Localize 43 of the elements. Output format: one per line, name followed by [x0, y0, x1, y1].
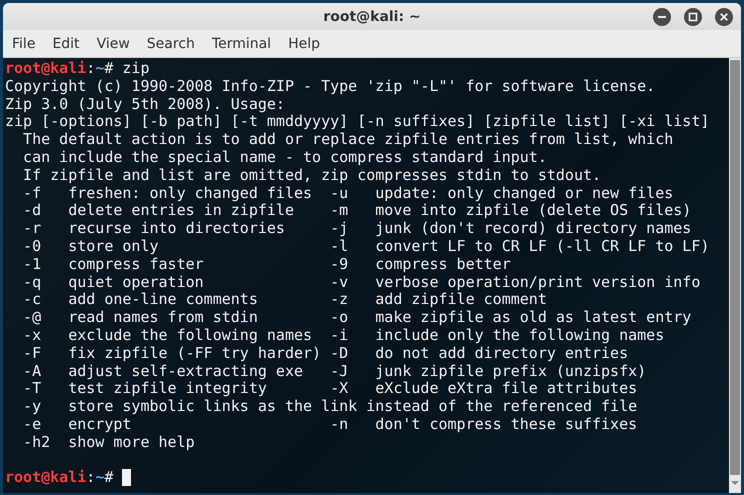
- output-line: Copyright (c) 1990-2008 Info-ZIP - Type 'zip "-L"' for software license.: [5, 76, 656, 95]
- menu-item[interactable]: Terminal: [212, 36, 272, 52]
- menu-item[interactable]: Search: [146, 36, 195, 52]
- command-text: zip: [121, 59, 150, 77]
- menu-item[interactable]: Edit: [52, 36, 80, 52]
- output-line: If zipfile and list are omitted, zip compresses stdin to stdout.: [22, 166, 602, 184]
- output-line: -r recurse into directories -j junk (don't record) directory names: [22, 219, 692, 238]
- output-line: -y store symbolic links as the link instead of the referenced file: [22, 397, 638, 416]
- prompt-separator: :: [86, 468, 96, 486]
- prompt-user: root@kali: [5, 59, 86, 77]
- menu-item[interactable]: File: [12, 36, 36, 52]
- output-line: -A adjust self-extracting exe -J junk zipfile prefix (unzipsfx): [22, 362, 646, 380]
- prompt-user: root@kali: [5, 468, 86, 486]
- minimize-icon[interactable]: [653, 8, 671, 26]
- window-title: root@kali: ~: [323, 8, 421, 24]
- output-line: Zip 3.0 (July 5th 2008). Usage:: [5, 94, 285, 113]
- scroll-down-icon[interactable]: [730, 479, 740, 487]
- scrollbar-thumb[interactable]: [730, 60, 740, 475]
- output-line: -F fix zipfile (-FF try harder) -D do not add directory entries: [22, 344, 628, 362]
- prompt-path: ~: [95, 468, 104, 486]
- output-line: -@ read names from stdin -o make zipfile as old as latest entry: [22, 308, 692, 326]
- output-line: zip [-options] [-b path] [-t mmddyyyy] [-n suffixes] [zipfile list] [-xi list]: [5, 112, 710, 130]
- output-line: -0 store only -l convert LF to CR LF (-ll CR LF to LF): [22, 236, 710, 255]
- output-line: can include the special name - to compress standard input.: [22, 148, 547, 166]
- output-line: -1 compress faster -9 compress better: [22, 254, 511, 273]
- menu-item[interactable]: View: [96, 36, 130, 52]
- prompt-symbol: #: [104, 468, 114, 486]
- output-line: -T test zipfile integrity -X eXclude eXtra file attributes: [22, 379, 638, 398]
- prompt-separator: :: [86, 59, 96, 77]
- output-line: -e encrypt -n don't compress these suffixes: [22, 414, 638, 433]
- output-line: -x exclude the following names -i include only the following names: [22, 326, 664, 344]
- menu-item[interactable]: Help: [288, 36, 320, 52]
- output-line: -d delete entries in zipfile -m move into zipfile (delete OS files): [22, 201, 692, 220]
- output-line: The default action is to add or replace zipfile entries from list, which: [22, 130, 674, 148]
- output-line: -q quiet operation -v verbose operation/print version info: [22, 272, 700, 291]
- scrollbar[interactable]: [729, 58, 741, 493]
- output-line: -c add one-line comments -z add zipfile comment: [22, 290, 547, 308]
- prompt-path: ~: [95, 59, 104, 77]
- close-icon[interactable]: [715, 8, 733, 26]
- output-line: -f freshen: only changed files -u update: only changed or new files: [22, 184, 674, 202]
- maximize-icon[interactable]: [684, 8, 702, 26]
- prompt-symbol: #: [104, 59, 114, 77]
- output-line: -h2 show more help: [22, 432, 195, 451]
